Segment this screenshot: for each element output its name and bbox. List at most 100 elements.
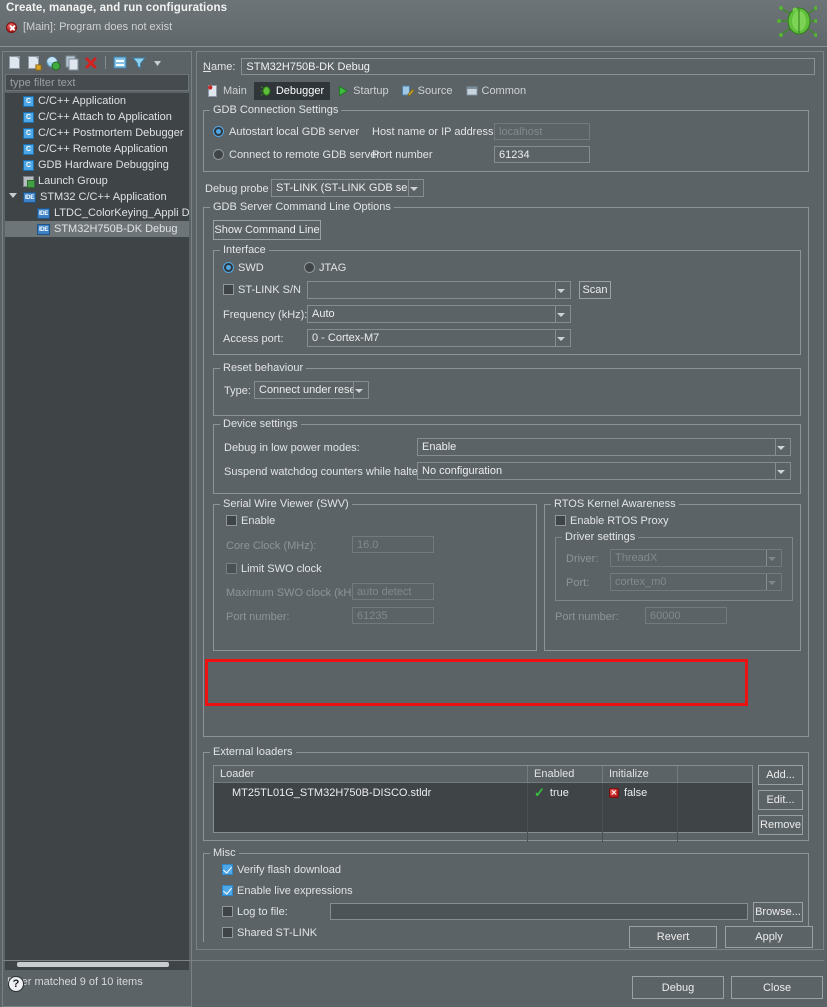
help-question-icon[interactable]: ? (8, 976, 24, 992)
stlink-sn-combo[interactable] (307, 281, 571, 299)
chevron-down-icon[interactable] (766, 550, 781, 566)
swv-port-number-input[interactable]: 61235 (352, 607, 434, 624)
cell-enabled: ✓ true (528, 783, 603, 802)
duplicate-icon[interactable] (64, 55, 80, 71)
debug-probe-combo[interactable]: ST-LINK (ST-LINK GDB server) (271, 179, 424, 197)
debug-button[interactable]: Debug (632, 976, 724, 999)
c-app-icon: C (23, 127, 34, 139)
configurations-tree[interactable]: C C/C++ Application C C/C++ Attach to Appli… (5, 93, 189, 959)
debug-label: Debug (661, 981, 695, 994)
log-to-file-input[interactable] (330, 903, 748, 920)
filter-icon[interactable] (131, 55, 147, 71)
chevron-down-icon[interactable] (408, 180, 423, 196)
tree-item[interactable]: Launch Group (5, 173, 189, 189)
rtos-port-combo[interactable]: cortex_m0 (610, 573, 782, 591)
tree-item[interactable]: C C/C++ Application (5, 93, 189, 109)
tree-item[interactable]: IDE STM32 C/C++ Application (5, 189, 189, 205)
port-number-input[interactable]: 61234 (494, 146, 590, 163)
browse-button[interactable]: Browse... (753, 902, 803, 922)
chevron-down-icon[interactable] (353, 382, 368, 398)
tree-item[interactable]: C GDB Hardware Debugging (5, 157, 189, 173)
connect-remote-gdb-radio[interactable] (213, 149, 224, 160)
interface-title: Interface (220, 244, 269, 256)
revert-button[interactable]: Revert (629, 926, 717, 948)
rtos-port-number-input[interactable]: 60000 (645, 607, 727, 624)
tree-item[interactable]: IDE LTDC_ColorKeying_Appli Debug (5, 205, 189, 221)
new-prototype-icon[interactable] (26, 55, 42, 71)
scrollbar-thumb[interactable] (17, 962, 169, 967)
host-name-input[interactable]: localhost (494, 123, 590, 140)
verify-flash-checkbox[interactable] (222, 864, 233, 875)
low-power-combo[interactable]: Enable (417, 438, 791, 456)
collapse-all-icon[interactable] (112, 55, 128, 71)
tree-item-label: STM32H750B-DK Debug (54, 223, 178, 235)
tab-startup[interactable]: Startup (331, 82, 394, 100)
tab-source[interactable]: Source (396, 82, 459, 100)
show-command-line-button[interactable]: Show Command Line (213, 220, 321, 240)
core-clock-label: Core Clock (MHz): (226, 540, 317, 552)
swv-group: Serial Wire Viewer (SWV) Enable Core Clo… (213, 498, 537, 651)
autostart-local-gdb-radio[interactable] (213, 126, 224, 137)
column-header-loader[interactable]: Loader (214, 766, 528, 782)
new-configuration-icon[interactable] (7, 55, 23, 71)
max-swo-clock-label: Maximum SWO clock (kHz): (226, 587, 364, 599)
view-menu-icon[interactable] (150, 55, 166, 71)
tab-debugger[interactable]: Debugger (253, 82, 331, 100)
log-to-file-checkbox[interactable] (222, 906, 233, 917)
swv-enable-checkbox[interactable] (226, 515, 237, 526)
edit-loader-button[interactable]: Edit... (758, 790, 803, 810)
column-header-enabled[interactable]: Enabled (528, 766, 603, 782)
rtos-enable-checkbox[interactable] (555, 515, 566, 526)
apply-button[interactable]: Apply (725, 926, 813, 948)
delete-icon[interactable] (83, 55, 99, 71)
log-to-file-label: Log to file: (237, 906, 288, 918)
tree-item[interactable]: C C/C++ Attach to Application (5, 109, 189, 125)
max-swo-clock-input[interactable]: auto detect (352, 583, 434, 600)
limit-swo-clock-checkbox[interactable] (226, 563, 237, 574)
swd-radio[interactable] (223, 262, 234, 273)
chevron-down-icon[interactable] (555, 330, 570, 346)
stlink-sn-checkbox[interactable] (223, 284, 234, 295)
tab-debugger-label: Debugger (275, 85, 325, 97)
reset-type-combo[interactable]: Connect under reset (254, 381, 369, 399)
gdb-server-options-group: GDB Server Command Line Options Show Com… (203, 201, 809, 737)
frequency-combo[interactable]: Auto (307, 305, 571, 323)
red-x-icon (609, 787, 619, 798)
driver-combo[interactable]: ThreadX (610, 549, 782, 567)
table-empty-row[interactable] (214, 822, 752, 842)
configuration-name-input[interactable]: STM32H750B-DK Debug (241, 58, 815, 75)
chevron-down-icon[interactable] (775, 439, 790, 455)
tree-item[interactable]: C C/C++ Postmortem Debugger (5, 125, 189, 141)
tree-item[interactable]: IDE STM32H750B-DK Debug (5, 221, 189, 237)
export-icon[interactable] (45, 55, 61, 71)
stlink-sn-label: ST-LINK S/N (238, 284, 301, 296)
core-clock-input[interactable]: 16.0 (352, 536, 434, 553)
chevron-down-icon[interactable] (555, 282, 570, 298)
live-expressions-checkbox[interactable] (222, 885, 233, 896)
chevron-down-icon[interactable] (775, 463, 790, 479)
scan-button[interactable]: Scan (579, 281, 611, 299)
external-loaders-table[interactable]: Loader Enabled Initialize MT25TL01G_STM3… (213, 765, 753, 842)
chevron-down-icon[interactable] (9, 193, 17, 201)
filter-input[interactable]: type filter text (5, 74, 189, 91)
column-header-initialize[interactable]: Initialize (603, 766, 678, 782)
tab-common[interactable]: Common (460, 82, 533, 100)
chevron-down-icon[interactable] (766, 574, 781, 590)
remove-loader-button[interactable]: Remove (758, 815, 803, 835)
tab-main-label: Main (223, 85, 247, 97)
rtos-title: RTOS Kernel Awareness (551, 498, 679, 510)
access-port-combo[interactable]: 0 - Cortex-M7 (307, 329, 571, 347)
watchdog-combo[interactable]: No configuration (417, 462, 791, 480)
connect-remote-gdb-label: Connect to remote GDB server (229, 149, 381, 161)
shared-stlink-checkbox[interactable] (222, 927, 233, 938)
add-loader-button[interactable]: Add... (758, 765, 803, 785)
column-header-blank[interactable] (678, 766, 752, 782)
jtag-radio[interactable] (304, 262, 315, 273)
tree-item[interactable]: C C/C++ Remote Application (5, 141, 189, 157)
empty-cell (528, 802, 603, 822)
table-row[interactable]: MT25TL01G_STM32H750B-DISCO.stldr ✓ true … (214, 783, 752, 802)
close-button[interactable]: Close (731, 976, 823, 999)
chevron-down-icon[interactable] (555, 306, 570, 322)
table-empty-row[interactable] (214, 802, 752, 822)
tab-main[interactable]: Main (201, 82, 253, 100)
